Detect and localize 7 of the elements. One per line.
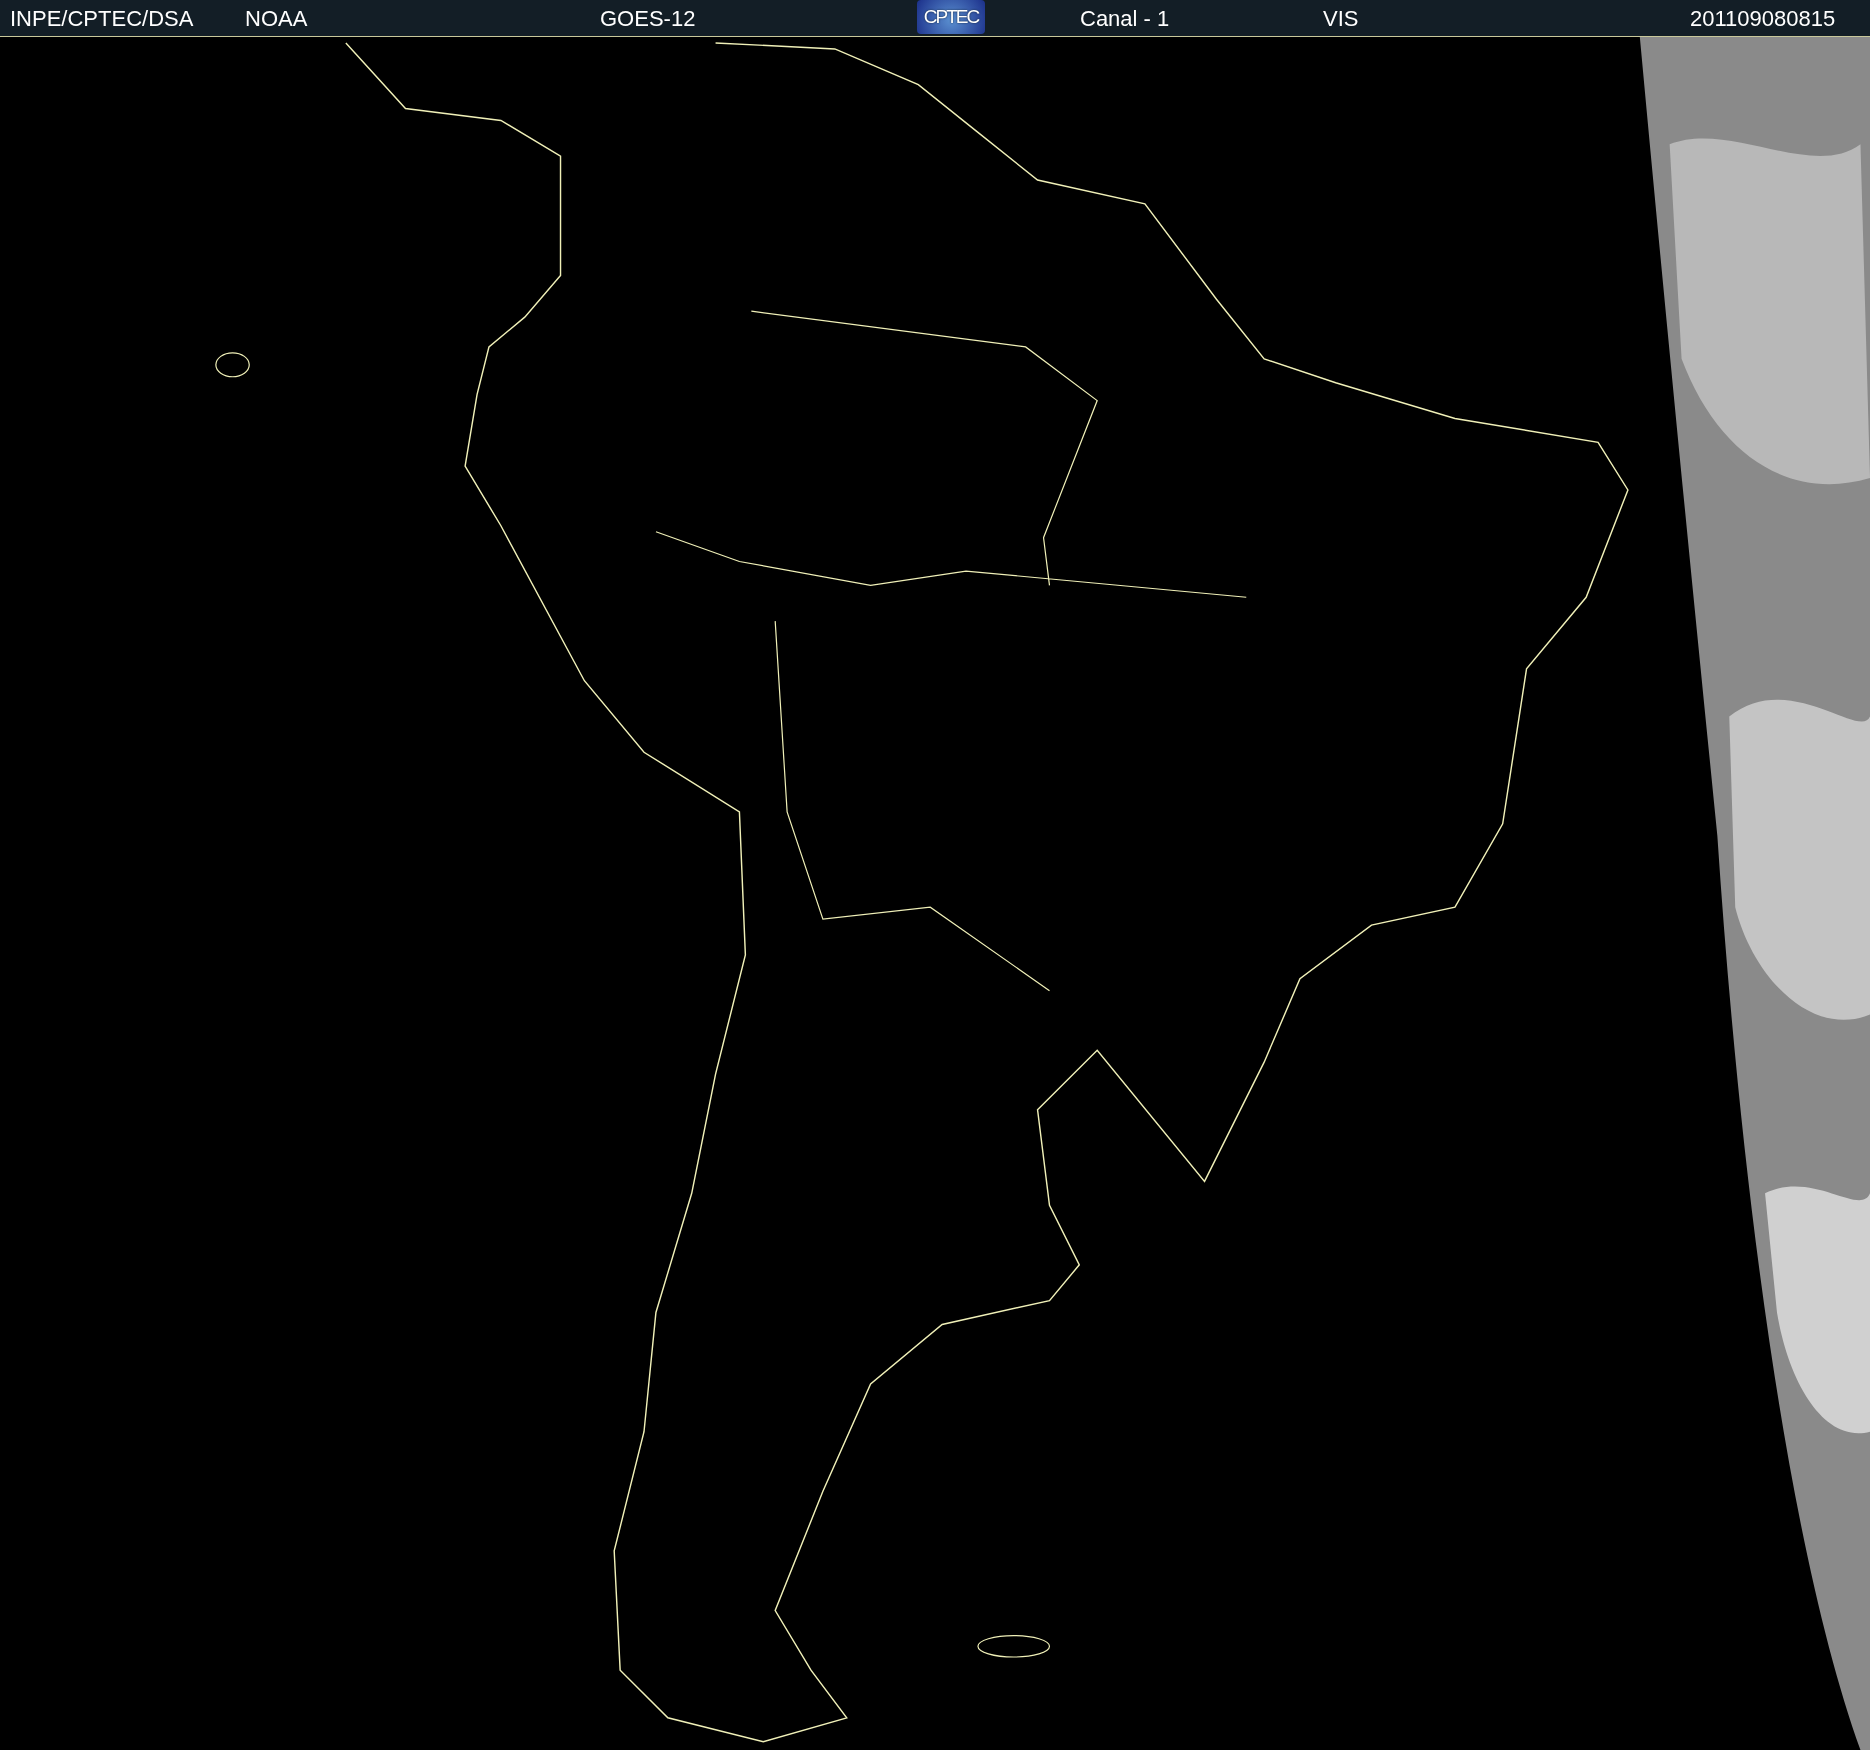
header-label: VIS: [1323, 6, 1359, 32]
header-label: Canal - 1: [1080, 6, 1170, 32]
header-label: NOAA: [245, 6, 308, 32]
header-label: INPE/CPTEC/DSA: [10, 6, 194, 32]
header-label: GOES-12: [600, 6, 696, 32]
header-label: 201109080815: [1690, 6, 1836, 32]
logo: CPTEC: [917, 0, 985, 34]
